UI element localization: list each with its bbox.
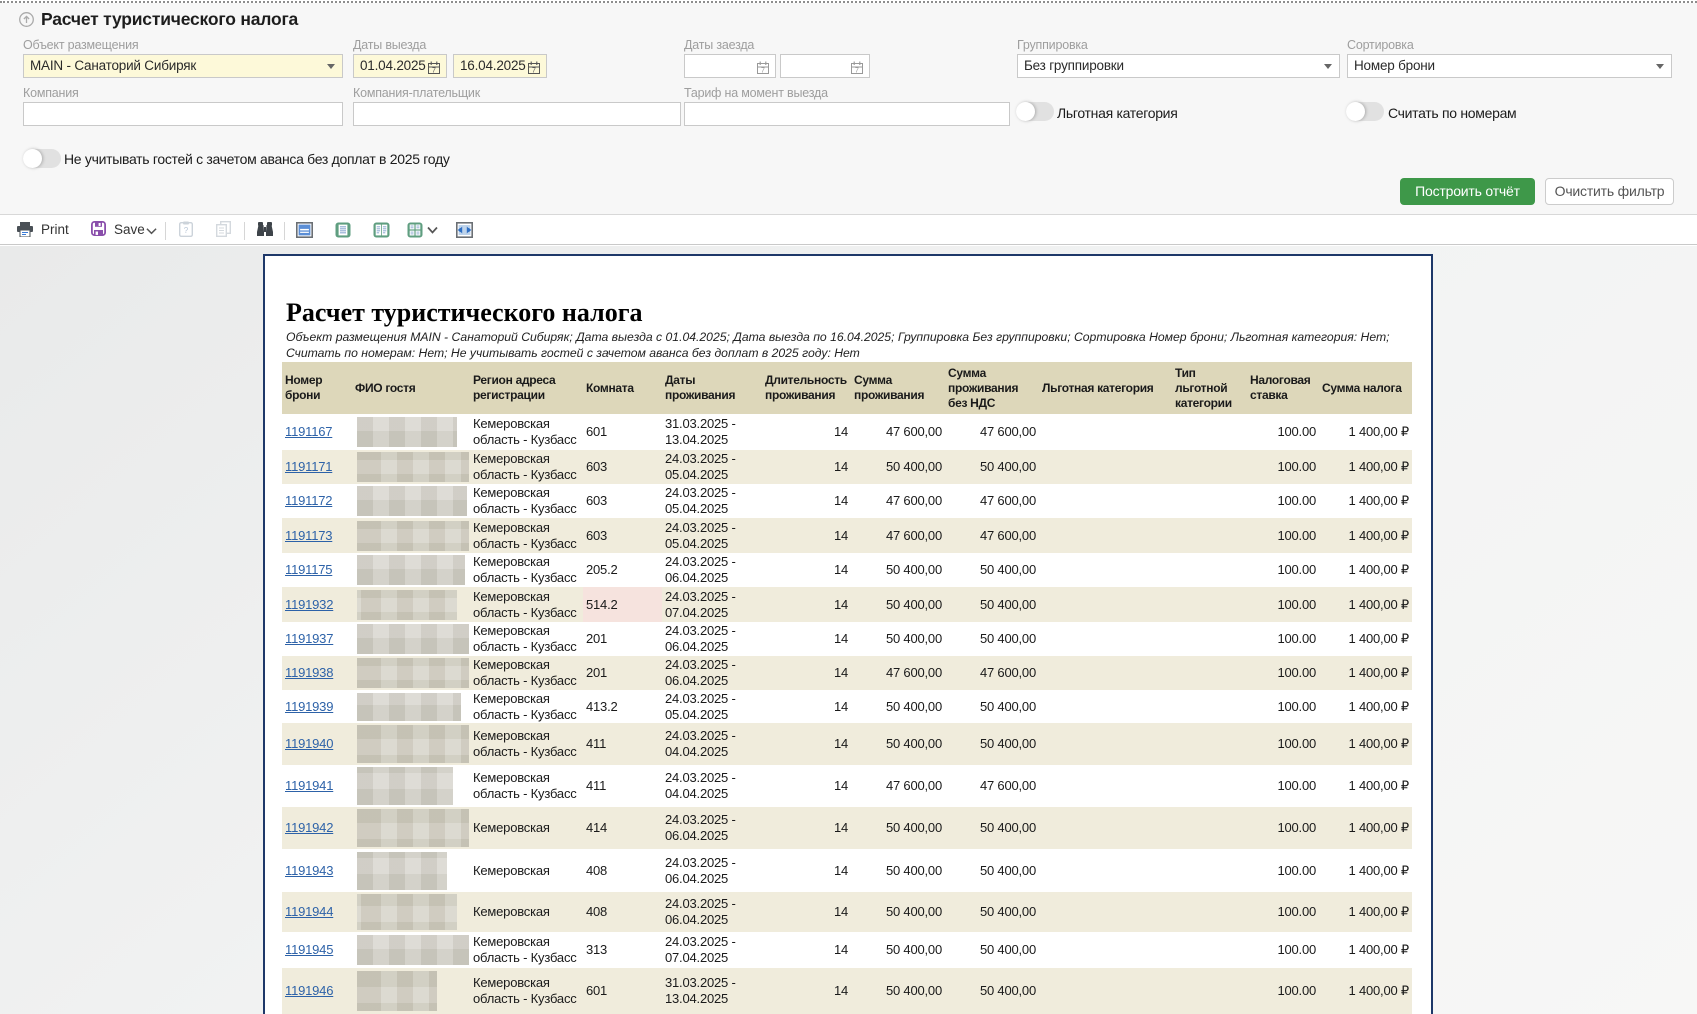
svg-text:7: 7	[432, 68, 436, 74]
svg-text:?: ?	[184, 226, 189, 235]
svg-text:7: 7	[532, 68, 536, 74]
svg-text:7: 7	[761, 68, 765, 74]
svg-text:7: 7	[855, 68, 859, 74]
